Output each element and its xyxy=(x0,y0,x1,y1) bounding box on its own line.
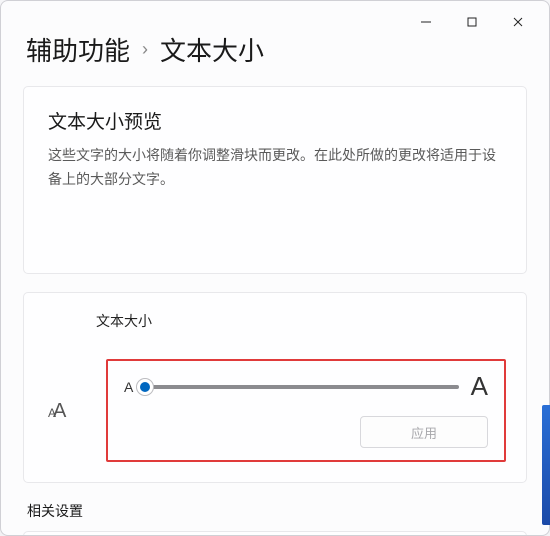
slider-max-label: A xyxy=(471,371,488,402)
text-size-preview-card: 文本大小预览 这些文字的大小将随着你调整滑块而更改。在此处所做的更改将适用于设备… xyxy=(23,86,527,274)
apply-button[interactable]: 应用 xyxy=(360,416,488,448)
slider-thumb[interactable] xyxy=(136,378,154,396)
highlight-annotation: A A 应用 xyxy=(106,359,506,462)
breadcrumb-current: 文本大小 xyxy=(160,31,264,68)
related-display-item[interactable]: 显示 监视器、亮度、夜间模式、显示配置文件 xyxy=(23,531,527,535)
text-size-label: 文本大小 xyxy=(96,311,506,331)
text-size-slider[interactable] xyxy=(145,385,458,389)
slider-min-label: A xyxy=(124,379,133,395)
settings-window: 辅助功能 › 文本大小 文本大小预览 这些文字的大小将随着你调整滑块而更改。在此… xyxy=(0,0,550,536)
breadcrumb: 辅助功能 › 文本大小 xyxy=(1,31,549,86)
preview-description: 这些文字的大小将随着你调整滑块而更改。在此处所做的更改将适用于设备上的大部分文字… xyxy=(48,144,502,192)
related-settings-title: 相关设置 xyxy=(27,501,523,521)
text-size-icon: AA xyxy=(48,401,88,421)
chevron-right-icon: › xyxy=(142,39,148,60)
desktop-edge xyxy=(542,405,550,525)
preview-title: 文本大小预览 xyxy=(48,107,502,134)
text-size-control-card: 文本大小 AA A A 应用 xyxy=(23,292,527,483)
text-size-slider-row: A A xyxy=(124,371,488,402)
content-area: 文本大小预览 这些文字的大小将随着你调整滑块而更改。在此处所做的更改将适用于设备… xyxy=(1,86,549,535)
breadcrumb-parent[interactable]: 辅助功能 xyxy=(26,31,130,68)
